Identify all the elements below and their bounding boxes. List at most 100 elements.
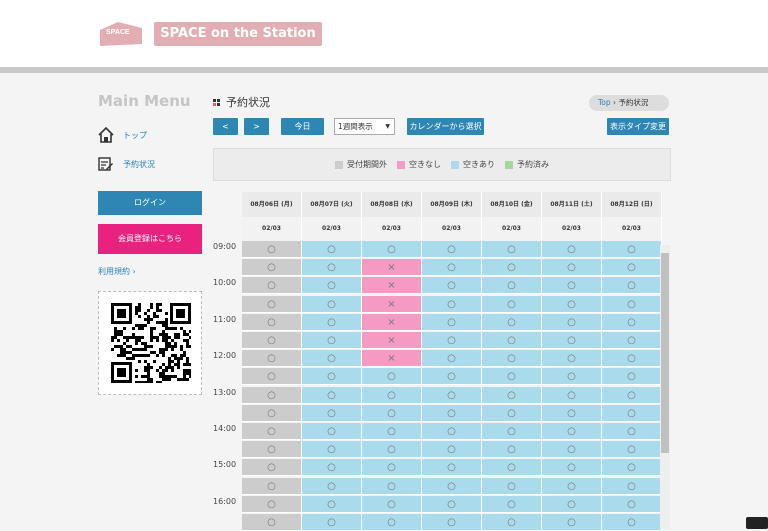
sidebar-item-top[interactable]: トップ [98, 122, 204, 148]
breadcrumb-top-link[interactable]: Top [598, 98, 611, 107]
space-logo-icon[interactable]: SPACE [98, 20, 144, 48]
slot-available[interactable]: ○ [362, 423, 422, 440]
corner-widget-icon[interactable] [746, 517, 768, 529]
slot-outside-period[interactable]: ○ [242, 332, 302, 349]
scrollbar-thumb[interactable] [661, 253, 669, 453]
slot-available[interactable]: ○ [602, 514, 662, 531]
slot-available[interactable]: ○ [482, 350, 542, 368]
today-button[interactable]: 今日 [281, 118, 324, 135]
slot-available[interactable]: ○ [422, 295, 482, 313]
slot-available[interactable]: ○ [542, 423, 602, 440]
slot-available[interactable]: ○ [422, 514, 482, 531]
slot-available[interactable]: ○ [422, 404, 482, 422]
slot-available[interactable]: ○ [302, 459, 362, 477]
scrollbar[interactable] [660, 245, 670, 529]
slot-available[interactable]: ○ [542, 295, 602, 313]
slot-outside-period[interactable]: ○ [242, 514, 302, 531]
slot-available[interactable]: ○ [362, 368, 422, 386]
slot-available[interactable]: ○ [602, 386, 662, 404]
slot-available[interactable]: ○ [422, 350, 482, 368]
slot-available[interactable]: ○ [302, 514, 362, 531]
slot-outside-period[interactable]: ○ [242, 241, 302, 258]
slot-available[interactable]: ○ [302, 350, 362, 368]
slot-available[interactable]: ○ [422, 241, 482, 258]
slot-available[interactable]: ○ [602, 459, 662, 477]
slot-available[interactable]: ○ [542, 514, 602, 531]
slot-outside-period[interactable]: ○ [242, 277, 302, 295]
slot-available[interactable]: ○ [302, 441, 362, 459]
view-select[interactable]: 1週間表示 ▼ [334, 118, 395, 135]
slot-available[interactable]: ○ [422, 459, 482, 477]
logo-text[interactable]: SPACE on the Station [154, 22, 322, 46]
display-type-button[interactable]: 表示タイプ変更 [607, 118, 669, 135]
slot-available[interactable]: ○ [422, 441, 482, 459]
slot-available[interactable]: ○ [542, 350, 602, 368]
slot-available[interactable]: ○ [362, 514, 422, 531]
slot-outside-period[interactable]: ○ [242, 477, 302, 495]
slot-available[interactable]: ○ [422, 259, 482, 277]
slot-available[interactable]: ○ [422, 277, 482, 295]
slot-outside-period[interactable]: ○ [242, 368, 302, 386]
slot-available[interactable]: ○ [602, 441, 662, 459]
slot-outside-period[interactable]: ○ [242, 350, 302, 368]
slot-full[interactable]: × [362, 350, 422, 368]
slot-available[interactable]: ○ [602, 295, 662, 313]
slot-available[interactable]: ○ [482, 477, 542, 495]
slot-available[interactable]: ○ [302, 368, 362, 386]
slot-available[interactable]: ○ [302, 423, 362, 440]
slot-available[interactable]: ○ [362, 441, 422, 459]
slot-available[interactable]: ○ [602, 404, 662, 422]
terms-link[interactable]: 利用規約 › [98, 266, 136, 277]
slot-available[interactable]: ○ [602, 241, 662, 258]
slot-full[interactable]: × [362, 313, 422, 331]
slot-outside-period[interactable]: ○ [242, 259, 302, 277]
slot-available[interactable]: ○ [542, 368, 602, 386]
slot-outside-period[interactable]: ○ [242, 313, 302, 331]
slot-outside-period[interactable]: ○ [242, 404, 302, 422]
next-week-button[interactable]: > [244, 118, 269, 135]
slot-available[interactable]: ○ [602, 477, 662, 495]
slot-available[interactable]: ○ [302, 241, 362, 258]
slot-available[interactable]: ○ [422, 313, 482, 331]
slot-full[interactable]: × [362, 295, 422, 313]
slot-available[interactable]: ○ [542, 277, 602, 295]
slot-available[interactable]: ○ [542, 259, 602, 277]
slot-available[interactable]: ○ [362, 495, 422, 513]
slot-available[interactable]: ○ [302, 404, 362, 422]
slot-available[interactable]: ○ [482, 514, 542, 531]
slot-available[interactable]: ○ [542, 404, 602, 422]
slot-available[interactable]: ○ [542, 441, 602, 459]
slot-available[interactable]: ○ [602, 350, 662, 368]
slot-available[interactable]: ○ [302, 477, 362, 495]
slot-available[interactable]: ○ [302, 277, 362, 295]
slot-full[interactable]: × [362, 332, 422, 349]
slot-available[interactable]: ○ [602, 313, 662, 331]
slot-available[interactable]: ○ [542, 241, 602, 258]
slot-available[interactable]: ○ [542, 313, 602, 331]
slot-available[interactable]: ○ [302, 332, 362, 349]
slot-available[interactable]: ○ [542, 495, 602, 513]
slot-available[interactable]: ○ [602, 423, 662, 440]
slot-available[interactable]: ○ [542, 477, 602, 495]
slot-available[interactable]: ○ [362, 241, 422, 258]
slot-available[interactable]: ○ [302, 295, 362, 313]
slot-available[interactable]: ○ [482, 313, 542, 331]
slot-available[interactable]: ○ [542, 459, 602, 477]
slot-available[interactable]: ○ [482, 441, 542, 459]
slot-available[interactable]: ○ [422, 477, 482, 495]
sidebar-item-reservations[interactable]: 予約状況 [98, 151, 204, 177]
slot-available[interactable]: ○ [482, 277, 542, 295]
slot-available[interactable]: ○ [542, 386, 602, 404]
slot-available[interactable]: ○ [482, 332, 542, 349]
slot-available[interactable]: ○ [482, 295, 542, 313]
slot-available[interactable]: ○ [482, 404, 542, 422]
calendar-select-button[interactable]: カレンダーから選択 [407, 118, 484, 135]
slot-outside-period[interactable]: ○ [242, 295, 302, 313]
slot-available[interactable]: ○ [482, 495, 542, 513]
slot-available[interactable]: ○ [362, 386, 422, 404]
prev-week-button[interactable]: < [213, 118, 238, 135]
slot-available[interactable]: ○ [602, 368, 662, 386]
slot-outside-period[interactable]: ○ [242, 495, 302, 513]
register-button[interactable]: 会員登録はこちら [98, 224, 202, 254]
slot-available[interactable]: ○ [362, 477, 422, 495]
